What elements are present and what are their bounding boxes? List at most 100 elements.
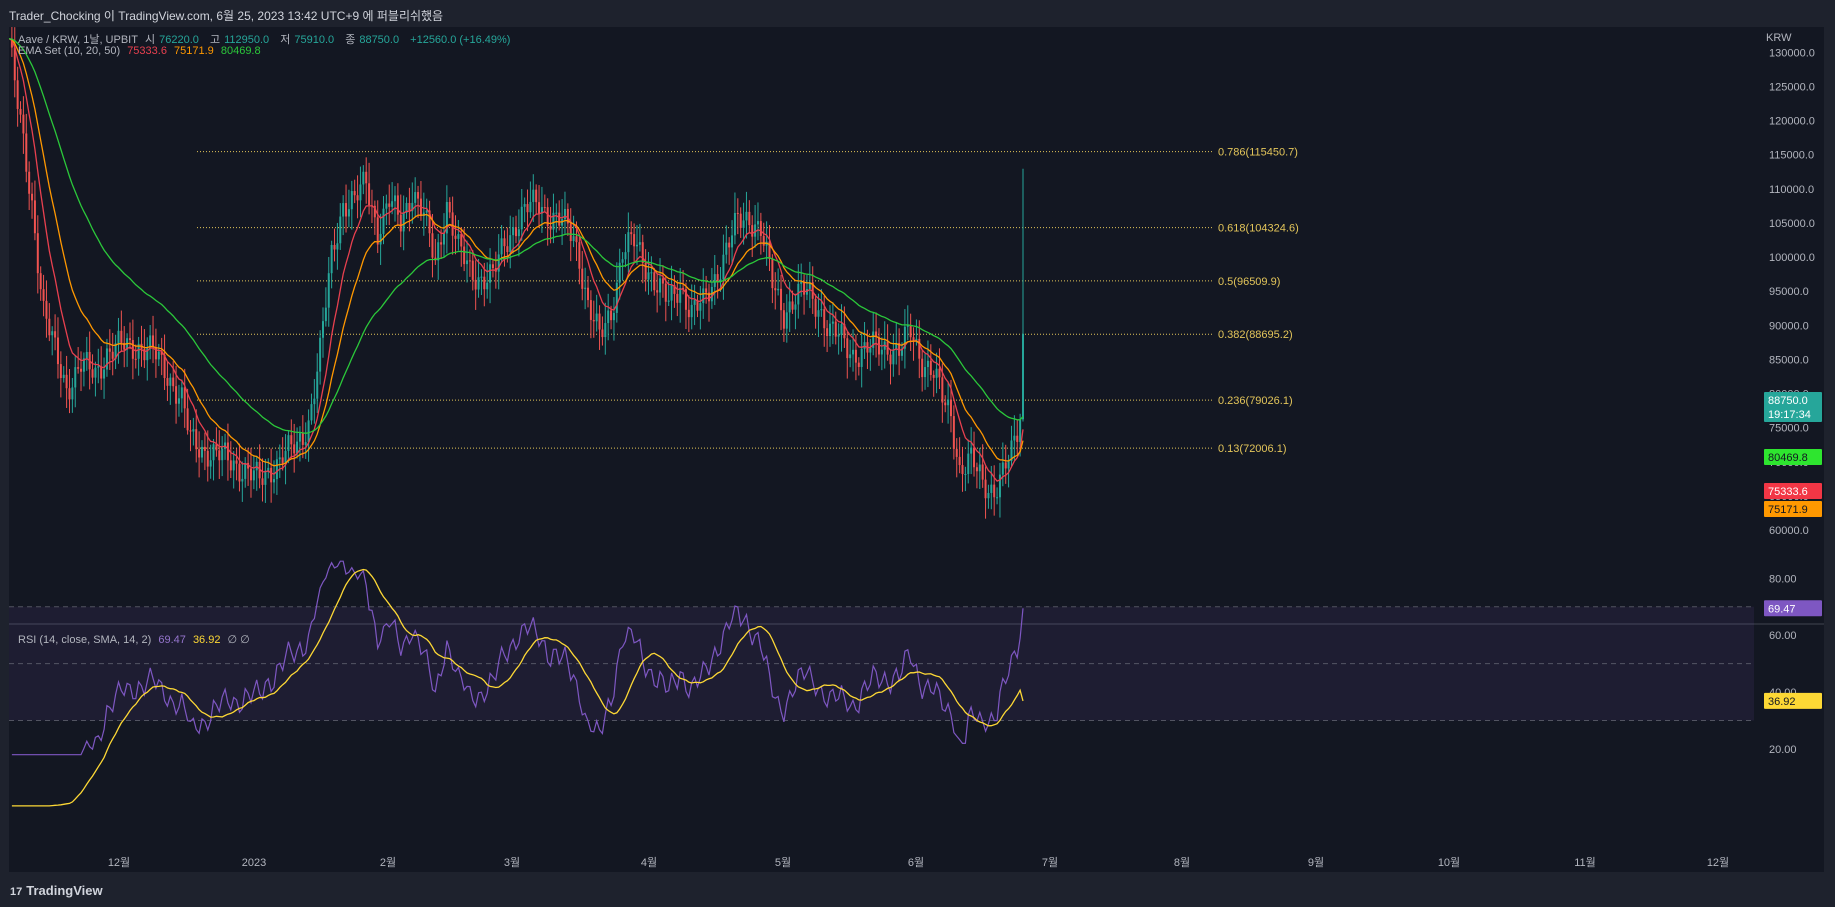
candle-body	[854, 349, 857, 363]
candle-body	[440, 242, 443, 245]
candle-body	[201, 446, 204, 458]
time-tick-0: 12월	[108, 856, 130, 869]
candle-body	[693, 300, 696, 305]
candle-body	[823, 309, 826, 329]
candle-body	[235, 460, 238, 464]
candle-body	[699, 303, 702, 311]
candle-body	[604, 323, 607, 338]
candle-body	[635, 244, 638, 247]
price-tick-3: 120000.0	[1769, 116, 1815, 128]
candle-body	[209, 460, 212, 467]
candle-body	[863, 342, 866, 349]
candle-body	[538, 202, 541, 214]
candle-body	[466, 260, 469, 265]
candle-body	[192, 429, 195, 432]
candle-body	[91, 369, 94, 378]
time-tick-10: 10월	[1438, 856, 1460, 869]
candle-body	[16, 80, 19, 109]
candle-body	[736, 212, 739, 214]
candle-body	[638, 242, 641, 245]
candle-body	[860, 348, 863, 367]
candle-body	[791, 301, 794, 310]
candle-body	[803, 281, 806, 295]
time-tick-1: 2023	[242, 857, 266, 869]
candle-body	[935, 368, 938, 378]
candle-body	[641, 242, 644, 263]
candle-body	[310, 404, 313, 421]
candle-body	[474, 279, 477, 290]
candle-body	[457, 234, 460, 239]
tradingview-logo[interactable]: 17 TradingView	[10, 883, 103, 898]
price-tick-6: 105000.0	[1769, 218, 1815, 230]
candle-body	[964, 474, 967, 476]
candle-body	[751, 225, 754, 237]
price-tick-2: 125000.0	[1769, 82, 1815, 94]
brand-text: TradingView	[26, 883, 103, 898]
candle-body	[172, 377, 175, 387]
chart-area[interactable]: 0.786(115450.7) 0.618(104324.6) 0.5(96509.…	[9, 27, 1824, 872]
candle-body	[59, 364, 62, 378]
candle-body	[656, 290, 659, 293]
rsi-label[interactable]: RSI (14, close, SMA, 14, 2)	[18, 634, 151, 646]
candle-body	[100, 366, 103, 379]
candle-body	[218, 450, 221, 461]
time-tick-6: 6월	[908, 856, 924, 869]
candle-body	[745, 211, 748, 221]
candle-body	[19, 108, 22, 115]
candle-body	[941, 377, 944, 403]
ema20-tag-text: 75171.9	[1768, 504, 1808, 516]
candle-body	[448, 201, 451, 213]
candle-body	[748, 211, 751, 226]
candle-body	[198, 449, 201, 458]
ema-label[interactable]: EMA Set (10, 20, 50)	[18, 45, 120, 57]
candle-body	[442, 233, 445, 245]
candle-body	[483, 276, 486, 290]
candle-body	[647, 272, 650, 280]
candle-body	[330, 244, 333, 274]
candle-body	[1007, 461, 1010, 469]
candle-body	[385, 203, 388, 209]
candle-body	[595, 313, 598, 322]
ema-legend: EMA Set (10, 20, 50) 75333.6 75171.9 804…	[18, 45, 265, 57]
rsi-ma-tag-text: 36.92	[1768, 696, 1796, 708]
candle-body	[28, 171, 31, 194]
candle-body	[391, 201, 394, 207]
candle-body	[451, 212, 454, 236]
low-label: 저	[280, 34, 291, 46]
candle-body	[563, 208, 566, 220]
price-tick-4: 115000.0	[1769, 150, 1814, 162]
candle-body	[463, 246, 466, 265]
candle-body	[71, 387, 74, 400]
fib-label-2: 0.5(96509.9)	[1218, 276, 1280, 288]
candle-body	[998, 474, 1001, 498]
close-price-tag: 88750.0 19:17:34	[1764, 392, 1822, 422]
candle-body	[316, 371, 319, 399]
candle-body	[51, 331, 54, 336]
candle-body	[837, 334, 840, 337]
candle-body	[828, 323, 831, 336]
candle-body	[500, 238, 503, 255]
candle-body	[54, 331, 57, 338]
chart-svg[interactable]: 0.786(115450.7) 0.618(104324.6) 0.5(96509.…	[9, 27, 1824, 872]
time-tick-5: 5월	[775, 856, 791, 869]
candle-body	[949, 399, 952, 417]
rsi-tag-text: 69.47	[1768, 603, 1796, 615]
candle-body	[549, 225, 552, 230]
candle-body	[725, 242, 728, 255]
time-tick-9: 9월	[1308, 856, 1324, 869]
candle-body	[981, 464, 984, 480]
candle-body	[402, 212, 405, 232]
candle-body	[120, 330, 123, 343]
candle-body	[321, 321, 324, 338]
candle-body	[189, 430, 192, 432]
candle-body	[852, 349, 855, 355]
candle-body	[232, 460, 235, 471]
candle-body	[817, 310, 820, 317]
candle-body	[515, 227, 517, 237]
candle-body	[342, 203, 345, 217]
candle-body	[1001, 462, 1004, 475]
candle-body	[25, 133, 28, 172]
candle-body	[572, 236, 575, 242]
candle-body	[826, 328, 829, 336]
candle-body	[777, 288, 780, 291]
